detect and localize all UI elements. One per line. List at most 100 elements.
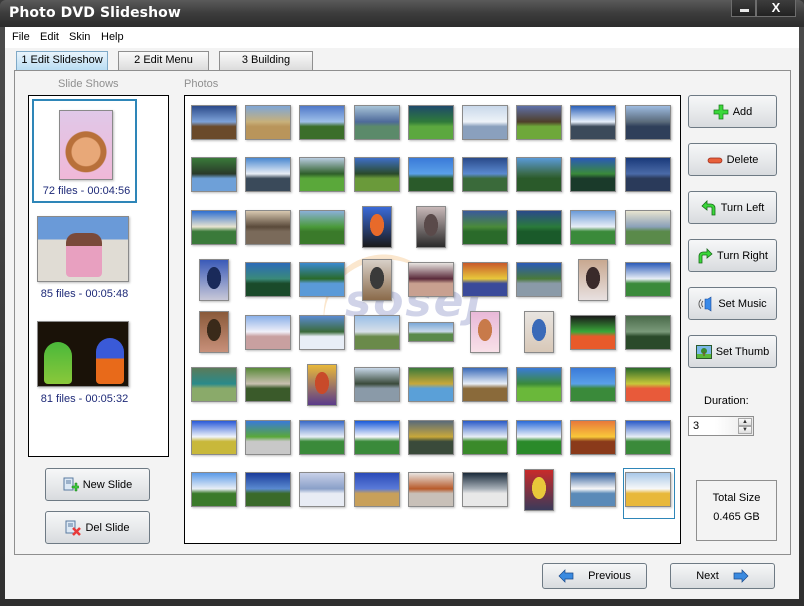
photo-thumbnail[interactable] xyxy=(299,419,346,455)
photo-thumbnail[interactable] xyxy=(353,314,400,350)
tab-edit-slideshow[interactable]: 1 Edit Slideshow xyxy=(16,51,108,71)
photo-thumbnail[interactable] xyxy=(524,311,555,353)
photo-thumbnail[interactable] xyxy=(570,104,617,140)
minimize-button[interactable] xyxy=(731,0,756,17)
photo-thumbnail[interactable] xyxy=(516,157,563,192)
photo-thumbnail[interactable] xyxy=(624,314,671,350)
photo-thumbnail[interactable] xyxy=(245,314,292,350)
next-button[interactable]: Next xyxy=(670,563,775,589)
photo-thumbnail[interactable] xyxy=(353,157,400,192)
spin-down-button[interactable]: ▼ xyxy=(738,426,752,434)
photo-thumbnail[interactable] xyxy=(245,262,292,297)
photo-thumbnail[interactable] xyxy=(361,206,392,248)
set-thumb-button[interactable]: Set Thumb xyxy=(688,335,777,368)
photo-thumbnail[interactable] xyxy=(199,311,229,353)
new-slide-button[interactable]: New Slide xyxy=(45,468,150,501)
photo-thumbnail[interactable] xyxy=(191,157,237,192)
turn-left-button[interactable]: Turn Left xyxy=(688,191,777,224)
title-bar[interactable]: Photo DVD Slideshow X xyxy=(0,0,804,27)
delete-photo-button[interactable]: Delete xyxy=(688,143,777,176)
photo-thumbnail[interactable] xyxy=(307,363,338,406)
photo-thumbnail[interactable] xyxy=(191,472,237,507)
photo-thumbnail[interactable] xyxy=(462,209,508,245)
photo-thumbnail[interactable] xyxy=(407,472,454,507)
photo-thumbnail[interactable] xyxy=(462,472,508,507)
slideshow-list[interactable]: 72 files - 00:04:56 85 files - 00:05:48 … xyxy=(28,95,169,457)
menu-file[interactable]: File xyxy=(12,31,30,43)
photo-thumbnail[interactable] xyxy=(191,209,237,245)
photo-thumbnail[interactable] xyxy=(516,104,563,140)
duration-spinner[interactable]: 3 ▲ ▼ xyxy=(688,416,754,436)
photo-thumbnail[interactable] xyxy=(462,104,508,140)
photo-thumbnail[interactable] xyxy=(570,419,617,455)
photo-thumbnail[interactable] xyxy=(516,419,563,455)
photo-thumbnail[interactable] xyxy=(570,209,617,245)
photo-thumbnail[interactable] xyxy=(407,322,454,342)
photo-thumbnail[interactable] xyxy=(624,262,671,297)
add-photo-button[interactable]: Add xyxy=(688,95,777,128)
close-button[interactable]: X xyxy=(756,0,796,17)
previous-button[interactable]: Previous xyxy=(542,563,647,589)
photo-thumbnail[interactable] xyxy=(353,472,400,507)
slideshow-item[interactable]: 85 files - 00:05:48 xyxy=(32,214,137,318)
photo-thumbnail[interactable] xyxy=(462,419,508,455)
photo-thumbnail[interactable] xyxy=(516,262,563,297)
photo-thumbnail[interactable] xyxy=(624,419,671,455)
tab-edit-menu[interactable]: 2 Edit Menu xyxy=(118,51,209,70)
photo-thumbnail[interactable] xyxy=(407,419,454,455)
menu-skin[interactable]: Skin xyxy=(69,31,90,43)
photo-thumbnail[interactable] xyxy=(299,104,346,140)
photo-thumbnail[interactable] xyxy=(353,104,400,140)
set-music-button[interactable]: Set Music xyxy=(688,287,777,320)
photo-thumbnail[interactable] xyxy=(462,262,508,297)
photo-thumbnail[interactable] xyxy=(199,258,229,301)
photo-thumbnail[interactable] xyxy=(299,157,346,192)
menu-help[interactable]: Help xyxy=(101,31,124,43)
photo-thumbnail[interactable] xyxy=(353,367,400,402)
slideshow-item[interactable]: 72 files - 00:04:56 xyxy=(32,99,137,203)
photo-thumbnail[interactable] xyxy=(245,419,292,455)
photo-thumbnail[interactable] xyxy=(524,468,555,511)
photo-thumbnail[interactable] xyxy=(415,206,446,248)
photo-thumbnail[interactable] xyxy=(516,367,563,402)
photo-thumbnail[interactable] xyxy=(624,157,671,192)
photo-thumbnail[interactable] xyxy=(191,367,237,402)
photo-thumbnail[interactable] xyxy=(570,472,617,507)
slideshow-item[interactable]: 81 files - 00:05:32 xyxy=(32,319,137,423)
photo-thumbnail[interactable] xyxy=(245,367,292,402)
photo-thumbnail[interactable] xyxy=(299,314,346,350)
spin-up-button[interactable]: ▲ xyxy=(738,418,752,426)
photo-thumbnail[interactable] xyxy=(299,209,346,245)
photo-thumbnail[interactable] xyxy=(624,104,671,140)
photo-thumbnail[interactable] xyxy=(624,209,671,245)
photo-thumbnail[interactable] xyxy=(245,157,292,192)
photo-thumbnail[interactable] xyxy=(353,419,400,455)
menu-edit[interactable]: Edit xyxy=(40,31,59,43)
photo-thumbnail[interactable] xyxy=(570,367,617,402)
photo-thumbnail[interactable] xyxy=(516,209,563,245)
photo-thumbnail[interactable] xyxy=(462,157,508,192)
photo-thumbnail[interactable] xyxy=(407,104,454,140)
photos-grid[interactable]: sosej xyxy=(184,95,681,544)
photo-thumbnail[interactable] xyxy=(245,472,292,507)
photo-thumbnail[interactable] xyxy=(245,209,292,245)
photo-thumbnail[interactable] xyxy=(299,262,346,297)
photo-thumbnail[interactable] xyxy=(361,258,392,301)
tab-building[interactable]: 3 Building xyxy=(219,51,313,70)
photo-thumbnail[interactable] xyxy=(191,104,237,140)
photo-thumbnail[interactable] xyxy=(570,314,617,350)
photo-thumbnail[interactable] xyxy=(570,157,617,192)
photo-thumbnail[interactable] xyxy=(470,311,500,353)
photo-thumbnail[interactable] xyxy=(191,419,237,455)
photo-thumbnail[interactable] xyxy=(299,472,346,507)
photo-thumbnail[interactable] xyxy=(624,367,671,402)
del-slide-button[interactable]: Del Slide xyxy=(45,511,150,544)
duration-value[interactable]: 3 xyxy=(693,420,699,432)
photo-thumbnail[interactable] xyxy=(407,262,454,297)
turn-right-button[interactable]: Turn Right xyxy=(688,239,777,272)
photo-thumbnail[interactable] xyxy=(245,104,292,140)
photo-thumbnail[interactable] xyxy=(407,157,454,192)
photo-thumbnail[interactable] xyxy=(578,258,609,301)
photo-thumbnail[interactable] xyxy=(407,367,454,402)
photo-thumbnail[interactable] xyxy=(462,367,508,402)
